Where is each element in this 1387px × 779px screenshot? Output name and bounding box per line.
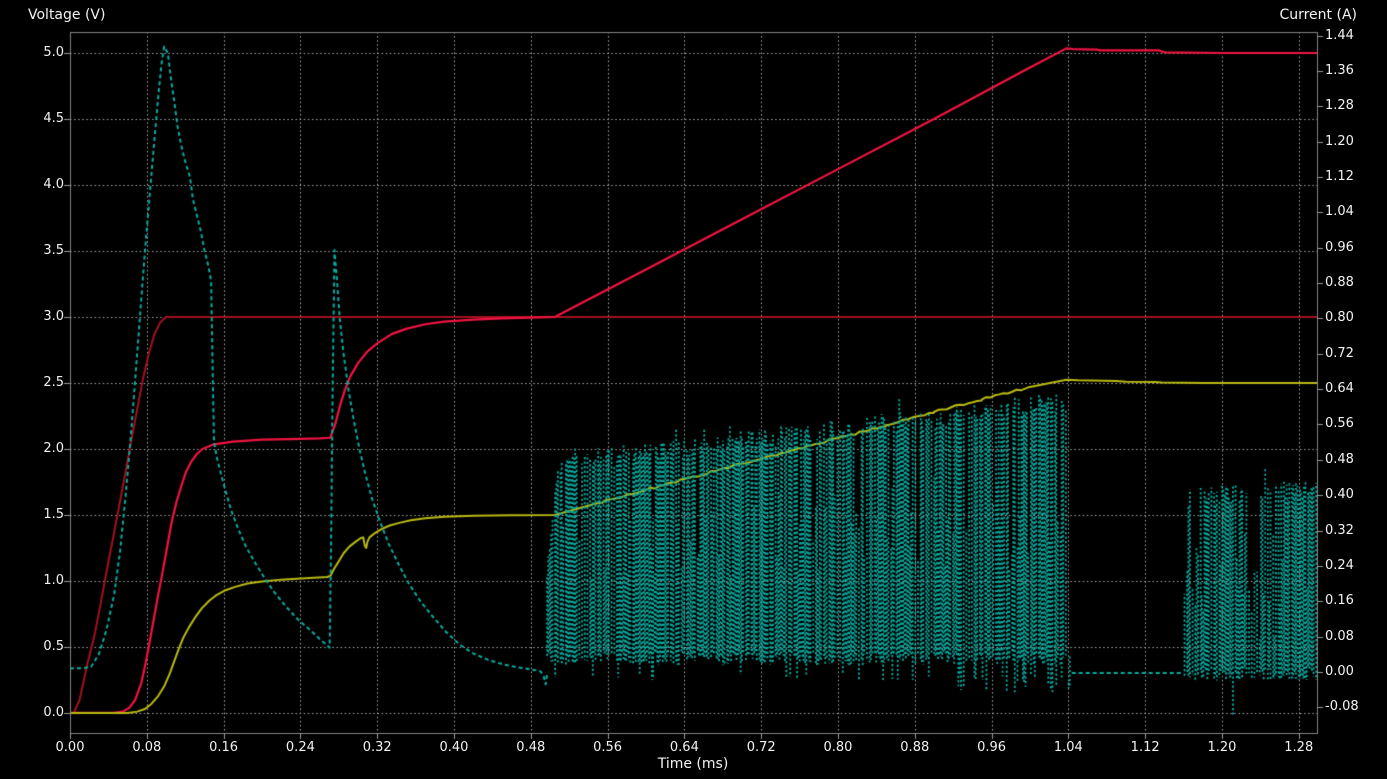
current-tick-label: 0.96 bbox=[1325, 240, 1354, 256]
time-tick-label: 0.88 bbox=[900, 740, 929, 756]
time-tick-label: 0.16 bbox=[209, 740, 238, 756]
waveform-chart: Voltage (V) Current (A) Time (ms) 0.0 0.5… bbox=[0, 0, 1387, 779]
voltage-tick-label: 3.0 bbox=[2, 309, 64, 325]
plot-canvas bbox=[0, 0, 1387, 779]
current-tick-label: 0.08 bbox=[1325, 629, 1354, 645]
time-tick-label: 0.40 bbox=[440, 740, 469, 756]
current-tick-label: 1.12 bbox=[1325, 169, 1354, 185]
current-tick-label: 0.16 bbox=[1325, 593, 1354, 609]
current-tick-label: 1.20 bbox=[1325, 134, 1354, 150]
current-axis-title: Current (A) bbox=[1279, 7, 1357, 23]
voltage-tick-label: 5.0 bbox=[2, 45, 64, 61]
time-tick-label: 1.04 bbox=[1054, 740, 1083, 756]
voltage-tick-label: 2.0 bbox=[2, 441, 64, 457]
time-tick-label: 0.80 bbox=[823, 740, 852, 756]
voltage-tick-label: 1.5 bbox=[2, 507, 64, 523]
time-tick-label: 1.20 bbox=[1207, 740, 1236, 756]
current-tick-label: -0.08 bbox=[1325, 699, 1359, 715]
current-tick-label: 1.04 bbox=[1325, 204, 1354, 220]
time-tick-label: 0.72 bbox=[747, 740, 776, 756]
current-tick-label: 0.40 bbox=[1325, 487, 1354, 503]
time-tick-label: 0.56 bbox=[593, 740, 622, 756]
current-tick-label: 0.48 bbox=[1325, 452, 1354, 468]
time-axis-title: Time (ms) bbox=[658, 756, 729, 772]
current-tick-label: 0.00 bbox=[1325, 664, 1354, 680]
current-tick-label: 0.56 bbox=[1325, 416, 1354, 432]
current-tick-label: 0.80 bbox=[1325, 310, 1354, 326]
voltage-tick-label: 4.0 bbox=[2, 177, 64, 193]
time-tick-label: 0.64 bbox=[670, 740, 699, 756]
time-tick-label: 0.08 bbox=[132, 740, 161, 756]
current-tick-label: 1.28 bbox=[1325, 98, 1354, 114]
current-tick-label: 0.72 bbox=[1325, 346, 1354, 362]
voltage-tick-label: 0.0 bbox=[2, 705, 64, 721]
voltage-tick-label: 4.5 bbox=[2, 111, 64, 127]
time-tick-label: 1.28 bbox=[1284, 740, 1313, 756]
time-tick-label: 0.48 bbox=[516, 740, 545, 756]
voltage-tick-label: 1.0 bbox=[2, 573, 64, 589]
current-tick-label: 0.64 bbox=[1325, 381, 1354, 397]
time-tick-label: 0.96 bbox=[977, 740, 1006, 756]
voltage-tick-label: 0.5 bbox=[2, 639, 64, 655]
voltage-tick-label: 2.5 bbox=[2, 375, 64, 391]
time-tick-label: 1.12 bbox=[1131, 740, 1160, 756]
time-tick-label: 0.00 bbox=[56, 740, 85, 756]
current-tick-label: 0.24 bbox=[1325, 558, 1354, 574]
voltage-axis-title: Voltage (V) bbox=[28, 7, 105, 23]
current-tick-label: 0.32 bbox=[1325, 523, 1354, 539]
time-tick-label: 0.32 bbox=[363, 740, 392, 756]
current-tick-label: 1.44 bbox=[1325, 28, 1354, 44]
voltage-tick-label: 3.5 bbox=[2, 243, 64, 259]
time-tick-label: 0.24 bbox=[286, 740, 315, 756]
current-tick-label: 0.88 bbox=[1325, 275, 1354, 291]
current-tick-label: 1.36 bbox=[1325, 63, 1354, 79]
